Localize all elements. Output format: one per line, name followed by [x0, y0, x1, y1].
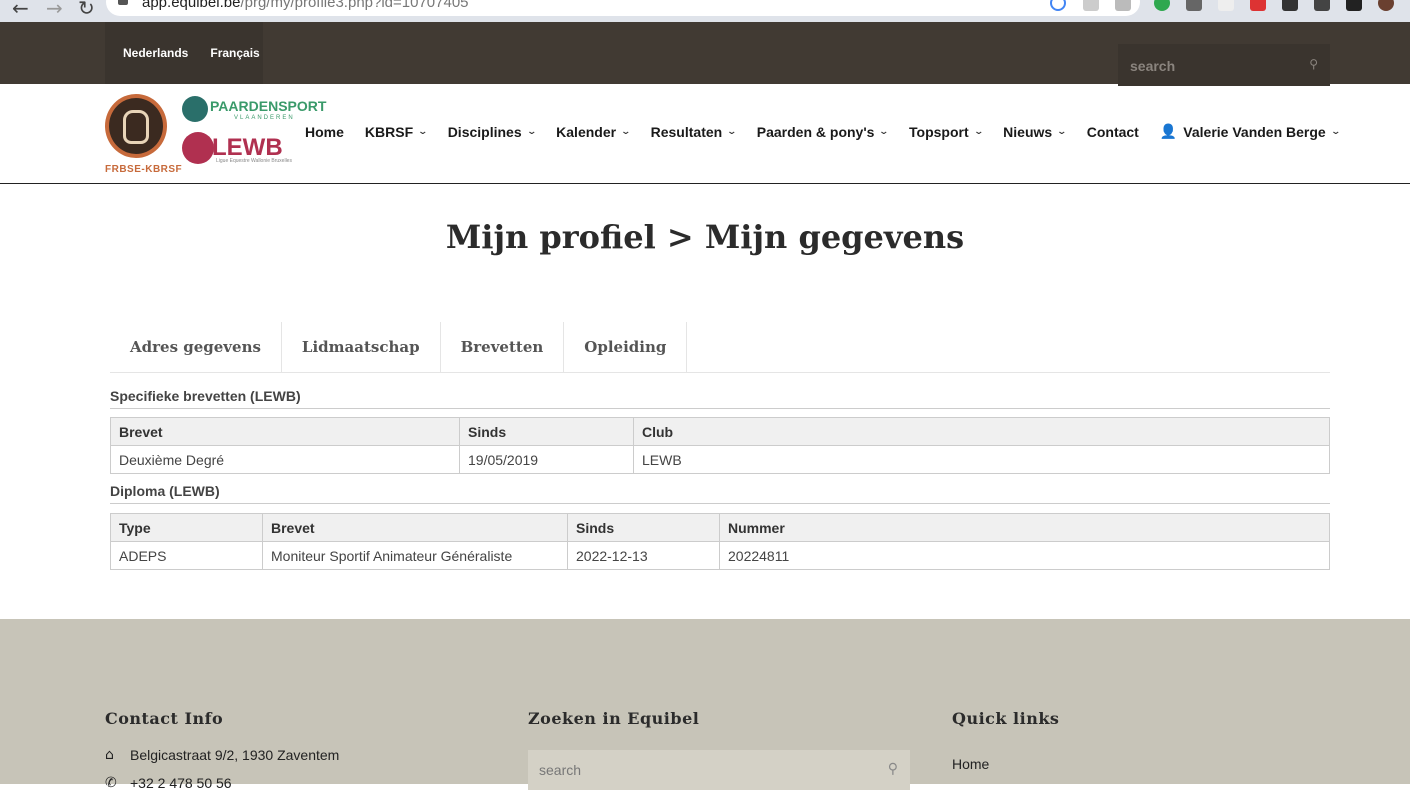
chevron-down-icon: ⌄ [1330, 127, 1341, 137]
column-header: Sinds [459, 417, 634, 446]
footer-address: ⌂ Belgicastraat 9/2, 1930 Zaventem [105, 747, 340, 763]
site-footer: Contact Info Zoeken in Equibel Quick lin… [0, 619, 1410, 791]
tab-lidmaatschap[interactable]: Lidmaatschap [282, 322, 441, 372]
diploma-section-title: Diploma (LEWB) [110, 483, 1330, 504]
back-icon[interactable]: ← [12, 0, 29, 20]
top-bar: Nederlands Français search ⚲ [0, 22, 1410, 86]
chevron-down-icon: ⌄ [726, 127, 738, 137]
footer-search-title: Zoeken in Equibel [528, 709, 700, 728]
sidepanel-icon[interactable] [1346, 0, 1362, 11]
column-header: Brevet [110, 417, 460, 446]
nav-home[interactable]: Home [305, 124, 344, 140]
footer-quicklinks-title: Quick links [952, 709, 1060, 728]
logo-caption: FRBSE-KBRSF [105, 164, 183, 175]
footer-contact-title: Contact Info [105, 709, 224, 728]
profile-avatar[interactable] [1378, 0, 1394, 11]
table-cell: 19/05/2019 [459, 445, 634, 474]
nav-resultaten[interactable]: Resultaten ⌄ [651, 124, 738, 140]
table-cell: Moniteur Sportif Animateur Généraliste [262, 541, 568, 570]
table-cell: Deuxième Degré [110, 445, 460, 474]
column-header: Club [633, 417, 1330, 446]
table-row: ADEPS Moniteur Sportif Animateur Général… [110, 541, 1330, 570]
extension-icon[interactable] [1218, 0, 1234, 11]
table-cell: 20224811 [719, 541, 1330, 570]
phone-icon: ✆ [105, 775, 117, 791]
lock-icon [118, 0, 128, 5]
table-cell: 2022-12-13 [567, 541, 720, 570]
kbrsf-logo[interactable] [105, 94, 167, 158]
forward-icon[interactable]: → [46, 0, 63, 20]
tab-opleiding[interactable]: Opleiding [564, 322, 688, 372]
share-icon[interactable] [1083, 0, 1099, 11]
chevron-down-icon: ⌄ [878, 127, 890, 137]
site-header: FRBSE-KBRSF PAARDENSPORT VLAANDEREN LEWB… [0, 84, 1410, 184]
star-icon[interactable] [1115, 0, 1131, 11]
column-header: Type [110, 513, 263, 542]
page-title: Mijn profiel > Mijn gegevens [445, 218, 965, 256]
table-cell: ADEPS [110, 541, 263, 570]
search-icon[interactable]: ⚲ [888, 761, 898, 777]
home-icon: ⌂ [105, 747, 114, 763]
nav-kalender[interactable]: Kalender ⌄ [556, 124, 632, 140]
brevetten-table: Brevet Sinds Club Deuxième Degré 19/05/2… [110, 417, 1330, 474]
nav-topsport[interactable]: Topsport ⌄ [909, 124, 984, 140]
nav-user-menu[interactable]: 👤 Valerie Vanden Berge ⌄ [1159, 124, 1341, 140]
nav-contact[interactable]: Contact [1087, 124, 1139, 140]
column-header: Brevet [262, 513, 568, 542]
search-placeholder: search [1130, 58, 1176, 74]
chevron-down-icon: ⌄ [973, 127, 984, 137]
quicklink-home[interactable]: Home [952, 756, 989, 772]
browser-chrome: ← → ↻ app.equibel.be/prg/my/profile3.php… [0, 0, 1410, 22]
main-nav: Home KBRSF ⌄ Disciplines ⌄ Kalender ⌄ Resul… [305, 124, 1360, 140]
table-cell: LEWB [633, 445, 1330, 474]
lang-fr[interactable]: Français [210, 46, 259, 60]
nav-kbrsf[interactable]: KBRSF ⌄ [365, 124, 429, 140]
table-header-row: Brevet Sinds Club [110, 417, 1330, 446]
footer-phone: ✆ +32 2 478 50 56 [105, 775, 232, 791]
tab-brevetten[interactable]: Brevetten [441, 322, 565, 372]
lang-nl[interactable]: Nederlands [123, 46, 188, 60]
nav-disciplines[interactable]: Disciplines ⌄ [448, 124, 537, 140]
column-header: Nummer [719, 513, 1330, 542]
extension-check-icon[interactable] [1154, 0, 1170, 11]
chevron-down-icon: ⌄ [526, 127, 537, 137]
reload-icon[interactable]: ↻ [78, 0, 95, 20]
tab-adres-gegevens[interactable]: Adres gegevens [110, 322, 282, 372]
chevron-down-icon: ⌄ [620, 127, 632, 137]
reading-list-icon[interactable] [1314, 0, 1330, 11]
user-icon: 👤 [1159, 124, 1178, 140]
column-header: Sinds [567, 513, 720, 542]
puzzle-icon[interactable] [1282, 0, 1298, 11]
table-row: Deuxième Degré 19/05/2019 LEWB [110, 445, 1330, 474]
nav-nieuws[interactable]: Nieuws ⌄ [1003, 124, 1068, 140]
nav-paarden[interactable]: Paarden & pony's ⌄ [757, 124, 890, 140]
profile-tabs: Adres gegevens Lidmaatschap Brevetten Op… [110, 322, 1330, 373]
search-icon[interactable]: ⚲ [1309, 57, 1318, 71]
chevron-down-icon: ⌄ [1056, 127, 1068, 137]
table-header-row: Type Brevet Sinds Nummer [110, 513, 1330, 542]
chevron-down-icon: ⌄ [417, 127, 429, 137]
search-placeholder: search [539, 762, 582, 778]
extension-icon[interactable] [1186, 0, 1202, 11]
diploma-table: Type Brevet Sinds Nummer ADEPS Moniteur … [110, 513, 1330, 570]
extension-badge-icon[interactable] [1250, 0, 1266, 11]
brevetten-section-title: Specifieke brevetten (LEWB) [110, 388, 1330, 409]
top-search-input[interactable]: search ⚲ [1118, 44, 1330, 86]
url-text[interactable]: app.equibel.be/prg/my/profile3.php?id=10… [142, 0, 469, 11]
footer-search-input[interactable]: search ⚲ [528, 750, 910, 790]
language-switcher: Nederlands Français [105, 22, 263, 84]
